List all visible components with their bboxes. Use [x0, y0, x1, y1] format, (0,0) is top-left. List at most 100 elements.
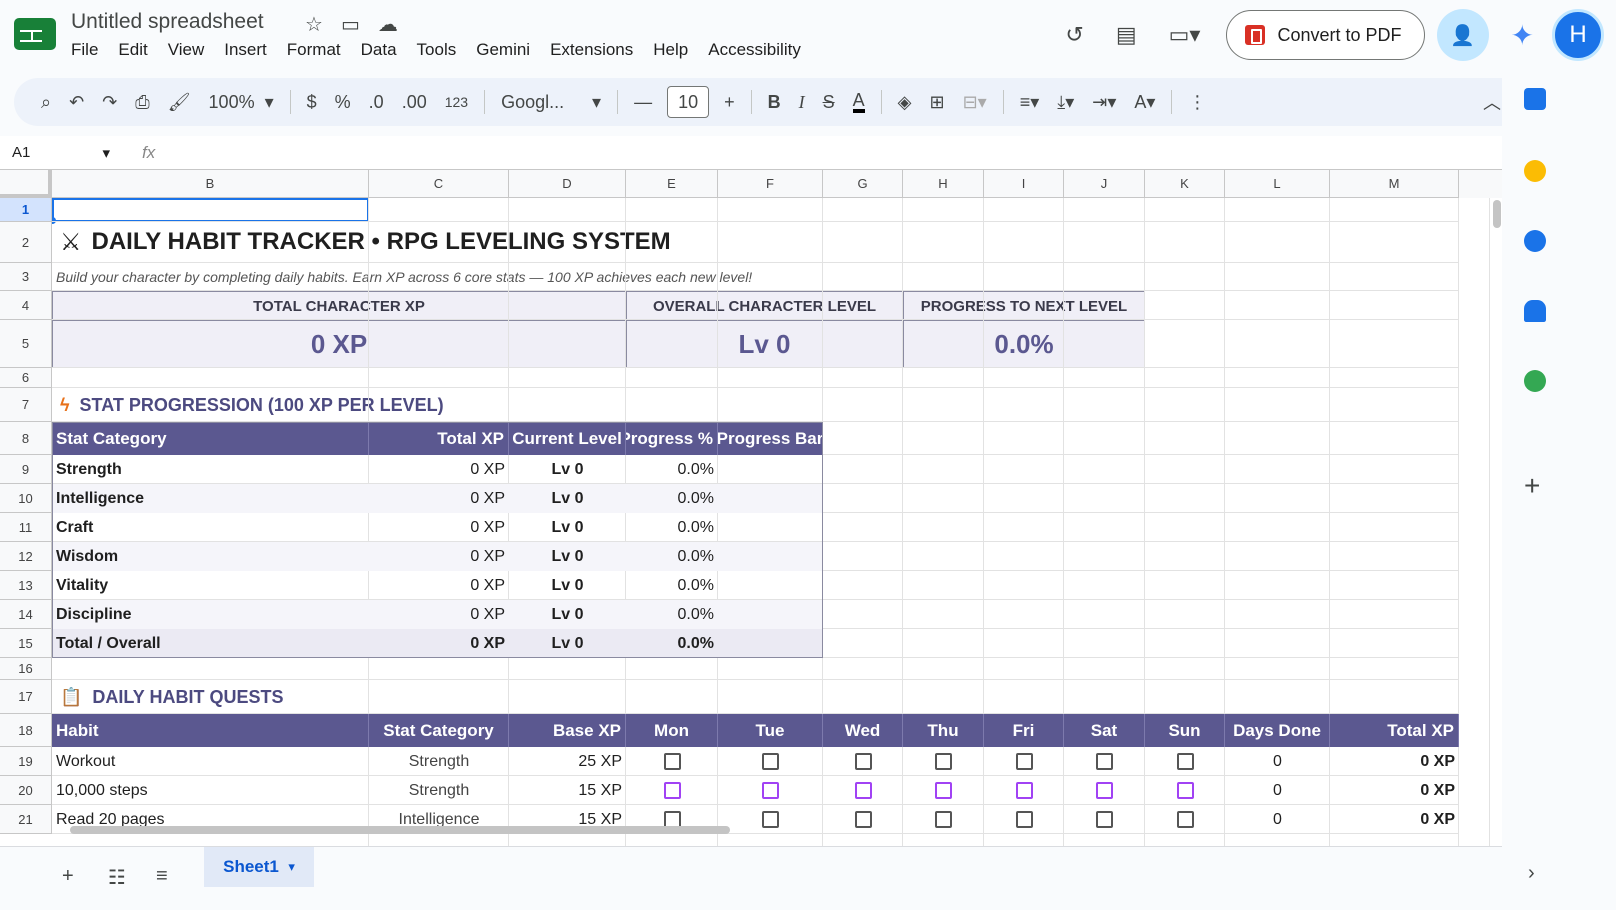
more-formats-button[interactable]: 123: [445, 94, 468, 110]
stat-xp-cell[interactable]: 0 XP: [369, 571, 509, 600]
column-header-h[interactable]: H: [903, 170, 984, 198]
row-header-19[interactable]: 19: [0, 747, 52, 776]
row-header-17[interactable]: 17: [0, 680, 52, 714]
quest-days-done-cell[interactable]: 0: [1225, 805, 1330, 834]
maps-icon[interactable]: [1524, 370, 1546, 392]
decrease-font-size-button[interactable]: —: [634, 92, 652, 113]
menu-extensions[interactable]: Extensions: [550, 40, 633, 60]
text-wrapping-icon[interactable]: ⇥▾: [1092, 92, 1116, 113]
quest-header-4[interactable]: Tue: [718, 714, 823, 747]
column-header-d[interactable]: D: [509, 170, 626, 198]
column-header-c[interactable]: C: [369, 170, 509, 198]
day-checkbox[interactable]: [1096, 782, 1113, 799]
day-checkbox[interactable]: [762, 811, 779, 828]
row-header-5[interactable]: 5: [0, 320, 52, 368]
menu-file[interactable]: File: [71, 40, 98, 60]
day-checkbox[interactable]: [663, 782, 681, 799]
stat-progress-bar-cell[interactable]: [718, 600, 823, 629]
zoom-select[interactable]: 100% ▾: [209, 92, 274, 113]
stat-header-2[interactable]: Current Level: [509, 422, 626, 455]
calendar-icon[interactable]: [1524, 88, 1546, 110]
add-sheet-icon[interactable]: +: [62, 865, 74, 888]
day-checkbox[interactable]: [663, 753, 681, 770]
stat-header-0[interactable]: Stat Category: [52, 422, 369, 455]
all-sheets-icon[interactable]: ≡: [156, 865, 168, 888]
menu-accessibility[interactable]: Accessibility: [708, 40, 801, 60]
day-checkbox[interactable]: [1176, 753, 1194, 770]
day-checkbox[interactable]: [1015, 753, 1033, 770]
document-title[interactable]: Untitled spreadsheet: [71, 10, 264, 34]
strikethrough-button[interactable]: S: [823, 92, 835, 113]
search-menus-icon[interactable]: ⌕: [41, 92, 51, 113]
font-size-input[interactable]: 10: [667, 86, 710, 118]
comments-icon[interactable]: ▤: [1116, 22, 1137, 48]
stat-progress-bar-cell[interactable]: [718, 629, 823, 658]
sheet-title[interactable]: ⚔ DAILY HABIT TRACKER • RPG LEVELING SYST…: [56, 221, 956, 263]
row-header-8[interactable]: 8: [0, 422, 52, 455]
day-checkbox[interactable]: [854, 811, 872, 828]
day-checkbox[interactable]: [1096, 811, 1113, 828]
sheets-logo-icon[interactable]: [14, 18, 56, 50]
more-options-icon[interactable]: ⋮: [1188, 92, 1206, 113]
stat-level-cell[interactable]: Lv 0: [509, 513, 626, 542]
stat-xp-cell[interactable]: 0 XP: [369, 629, 509, 658]
day-checkbox[interactable]: [1176, 811, 1194, 828]
stat-name-cell[interactable]: Vitality: [52, 571, 369, 600]
day-checkbox[interactable]: [762, 753, 779, 770]
decrease-decimal-button[interactable]: .0: [369, 92, 384, 113]
move-folder-icon[interactable]: ▭: [341, 12, 360, 37]
fill-color-icon[interactable]: ◈: [898, 92, 912, 113]
quest-total-xp-cell[interactable]: 0 XP: [1330, 805, 1459, 834]
stat-xp-cell[interactable]: 0 XP: [369, 455, 509, 484]
quest-base-xp-cell[interactable]: 15 XP: [509, 776, 626, 805]
stat-xp-cell[interactable]: 0 XP: [369, 513, 509, 542]
stat-progress-cell[interactable]: 0.0%: [626, 629, 718, 658]
quest-base-xp-cell[interactable]: 25 XP: [509, 747, 626, 776]
contacts-icon[interactable]: [1524, 300, 1546, 322]
row-header-12[interactable]: 12: [0, 542, 52, 571]
stat-name-cell[interactable]: Intelligence: [52, 484, 369, 513]
share-button[interactable]: 👤: [1436, 9, 1489, 61]
row-header-3[interactable]: 3: [0, 263, 52, 291]
horizontal-scroll-thumb[interactable]: [70, 826, 730, 834]
row-header-13[interactable]: 13: [0, 571, 52, 600]
sheet-subtitle[interactable]: Build your character by completing daily…: [52, 263, 1152, 291]
menu-gemini[interactable]: Gemini: [476, 40, 530, 60]
quest-header-0[interactable]: Habit: [52, 714, 369, 747]
stat-progress-cell[interactable]: 0.0%: [626, 600, 718, 629]
bold-button[interactable]: B: [768, 92, 781, 113]
stat-name-cell[interactable]: Discipline: [52, 600, 369, 629]
menu-view[interactable]: View: [168, 40, 205, 60]
sheet-tab-sheet1[interactable]: Sheet1 ▾: [204, 847, 314, 887]
stat-progress-bar-cell[interactable]: [718, 513, 823, 542]
sheet-list-icon[interactable]: ☷: [108, 865, 126, 890]
currency-format-button[interactable]: $: [307, 92, 317, 113]
stat-progress-cell[interactable]: 0.0%: [626, 542, 718, 571]
expand-panel-icon[interactable]: ›: [1528, 862, 1535, 885]
day-checkbox[interactable]: [935, 753, 952, 770]
quest-days-done-cell[interactable]: 0: [1225, 776, 1330, 805]
progress-next-level-label[interactable]: PROGRESS TO NEXT LEVEL: [903, 291, 1145, 321]
stat-header-1[interactable]: Total XP: [369, 422, 509, 455]
paint-format-icon[interactable]: 🖌: [168, 92, 191, 113]
italic-button[interactable]: I: [799, 92, 805, 113]
gemini-icon[interactable]: ✦: [1511, 19, 1534, 52]
row-header-6[interactable]: 6: [0, 368, 52, 388]
increase-decimal-button[interactable]: .00: [402, 92, 427, 113]
print-icon[interactable]: ⎙: [135, 92, 149, 113]
stat-level-cell[interactable]: Lv 0: [509, 571, 626, 600]
stat-name-cell[interactable]: Wisdom: [52, 542, 369, 571]
quest-header-8[interactable]: Sat: [1064, 714, 1145, 747]
row-header-15[interactable]: 15: [0, 629, 52, 658]
quest-total-xp-cell[interactable]: 0 XP: [1330, 747, 1459, 776]
menu-insert[interactable]: Insert: [224, 40, 267, 60]
stat-level-cell[interactable]: Lv 0: [509, 629, 626, 658]
row-header-2[interactable]: 2: [0, 222, 52, 263]
quest-days-done-cell[interactable]: 0: [1225, 747, 1330, 776]
quest-habit-cell[interactable]: Workout: [52, 747, 369, 776]
quest-header-10[interactable]: Days Done: [1225, 714, 1330, 747]
quest-header-6[interactable]: Thu: [903, 714, 984, 747]
quest-header-9[interactable]: Sun: [1145, 714, 1225, 747]
menu-edit[interactable]: Edit: [118, 40, 147, 60]
stat-name-cell[interactable]: Strength: [52, 455, 369, 484]
